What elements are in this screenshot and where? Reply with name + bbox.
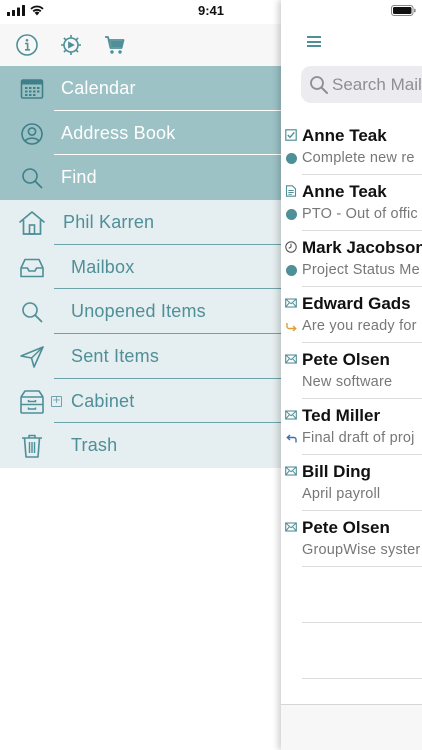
- empty-row: [281, 567, 422, 623]
- nav-item-sent-items[interactable]: Sent Items: [0, 334, 285, 379]
- search-icon: [310, 76, 328, 94]
- expand-folder-button[interactable]: +: [51, 395, 62, 407]
- mail-envelope-icon: [285, 466, 297, 476]
- nav-item-cabinet[interactable]: + Cabinet: [0, 379, 285, 424]
- message-row[interactable]: Anne Teak PTO - Out of offic: [281, 175, 422, 231]
- nav-item-label: Address Book: [61, 122, 176, 143]
- nav-item-address-book[interactable]: Address Book: [0, 111, 285, 156]
- nav-item-label: Sent Items: [71, 346, 160, 367]
- message-row[interactable]: Edward Gads Are you ready for: [281, 287, 422, 343]
- search-placeholder: Search Mail: [332, 75, 422, 94]
- paper-plane-icon: [18, 344, 46, 370]
- nav-item-label: Phil Karren: [63, 212, 155, 232]
- settings-button[interactable]: [58, 32, 84, 58]
- message-sender: Edward Gads: [302, 294, 411, 313]
- store-button[interactable]: [102, 32, 128, 58]
- message-row[interactable]: Bill Ding April payroll: [281, 455, 422, 511]
- replied-arrow-icon: [286, 434, 297, 443]
- mail-envelope-icon: [285, 410, 297, 420]
- divider: [302, 678, 422, 679]
- nav-item-calendar[interactable]: Calendar: [0, 66, 285, 111]
- message-sender: Anne Teak: [302, 182, 387, 201]
- mail-list-panel: Search Mail Anne Teak Complete new re An…: [281, 0, 422, 750]
- status-time: 9:41: [197, 3, 225, 18]
- message-subject: Final draft of proj: [302, 430, 415, 446]
- nav-item-label: Calendar: [61, 78, 136, 98]
- message-sender: Pete Olsen: [302, 518, 390, 537]
- message-row[interactable]: Mark Jacobson Project Status Me: [281, 231, 422, 287]
- nav-item-trash[interactable]: Trash: [0, 423, 285, 468]
- nav-item-mailbox[interactable]: Mailbox: [0, 245, 285, 290]
- message-row[interactable]: Pete Olsen New software: [281, 343, 422, 399]
- message-subject: Complete new re: [302, 150, 415, 166]
- note-icon: [285, 185, 297, 197]
- search-icon: [18, 165, 46, 191]
- message-row[interactable]: Anne Teak Complete new re: [281, 119, 422, 175]
- cart-icon: [105, 36, 125, 54]
- nav-item-label: Mailbox: [71, 256, 135, 277]
- info-icon: [16, 34, 38, 56]
- message-row[interactable]: Ted Miller Final draft of proj: [281, 399, 422, 455]
- menu-icon[interactable]: [307, 36, 321, 52]
- task-check-icon: [285, 129, 297, 141]
- appointment-clock-icon: [285, 241, 297, 253]
- message-subject: GroupWise syster: [302, 542, 421, 558]
- nav-group-tools: Calendar Address Book Find: [0, 66, 285, 200]
- message-subject: Are you ready for: [302, 318, 417, 334]
- message-sender: Bill Ding: [302, 462, 371, 481]
- nav-item-label: Find: [61, 167, 97, 188]
- info-button[interactable]: [14, 32, 40, 58]
- status-bar: 9:41: [0, 0, 422, 24]
- trash-icon: [18, 433, 46, 459]
- message-row[interactable]: Pete Olsen GroupWise syster: [281, 511, 422, 567]
- unread-dot-icon: [286, 265, 297, 276]
- message-subject: New software: [302, 374, 393, 390]
- search-input[interactable]: Search Mail: [301, 66, 422, 103]
- search-icon: [18, 299, 46, 325]
- settings-gear-icon: [61, 35, 81, 55]
- inbox-tray-icon: [18, 255, 46, 281]
- mail-envelope-icon: [285, 522, 297, 532]
- nav-group-folders: Phil Karren Mailbox Unopened Items Sent …: [0, 200, 285, 468]
- message-subject: PTO - Out of offic: [302, 206, 418, 222]
- message-sender: Mark Jacobson: [302, 238, 422, 257]
- navigation-drawer: Calendar Address Book Find Phil Karren M…: [0, 0, 285, 750]
- empty-row: [281, 623, 422, 679]
- message-subject: April payroll: [302, 486, 381, 502]
- unread-dot-icon: [286, 153, 297, 164]
- home-icon: [18, 210, 46, 236]
- person-icon: [18, 121, 46, 147]
- bottom-toolbar: [281, 704, 422, 750]
- message-list: Anne Teak Complete new re Anne Teak PTO …: [281, 119, 422, 679]
- calendar-icon: [18, 76, 46, 102]
- battery-icon: [391, 5, 416, 16]
- nav-item-label: Trash: [71, 435, 118, 456]
- cabinet-icon: [18, 389, 46, 415]
- message-sender: Anne Teak: [302, 126, 387, 145]
- drawer-toolbar: [0, 24, 285, 66]
- message-subject: Project Status Me: [302, 262, 420, 278]
- nav-item-label: Unopened Items: [71, 301, 206, 322]
- mail-envelope-icon: [285, 298, 297, 308]
- message-sender: Pete Olsen: [302, 350, 390, 369]
- nav-item-label: Cabinet: [71, 390, 135, 411]
- mail-envelope-icon: [285, 354, 297, 364]
- nav-item-find[interactable]: Find: [0, 155, 285, 200]
- nav-item-unopened-items[interactable]: Unopened Items: [0, 289, 285, 335]
- unread-dot-icon: [286, 209, 297, 220]
- message-sender: Ted Miller: [302, 406, 381, 425]
- nav-item-home[interactable]: Phil Karren: [0, 200, 285, 245]
- forwarded-arrow-icon: [286, 323, 297, 332]
